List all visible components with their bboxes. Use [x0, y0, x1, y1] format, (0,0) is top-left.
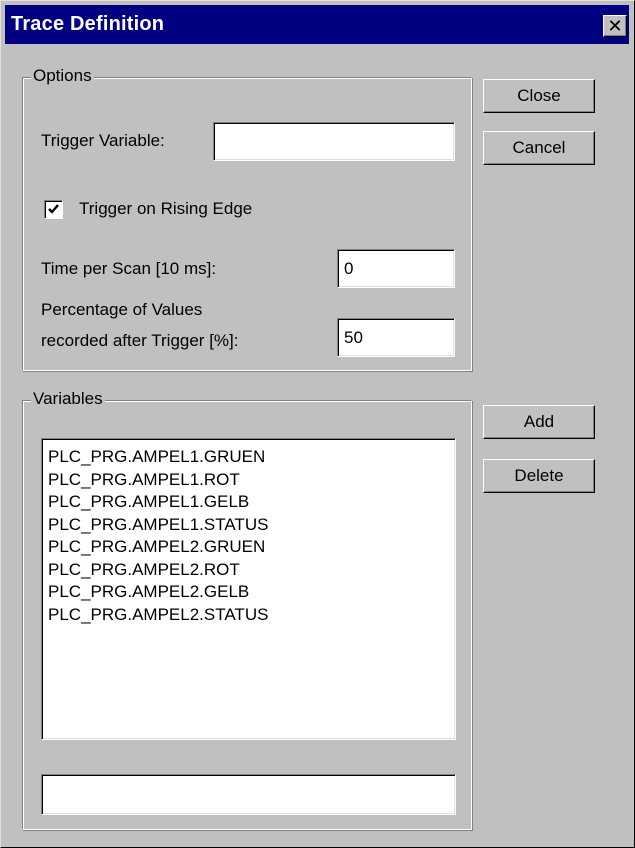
variable-entry-input[interactable]: [41, 774, 456, 815]
trigger-variable-label: Trigger Variable:: [41, 131, 165, 150]
trace-definition-dialog: Trace Definition ✕ Options Trigger Varia…: [0, 0, 635, 848]
cancel-button[interactable]: Cancel: [483, 131, 595, 165]
time-per-scan-input[interactable]: [337, 249, 455, 288]
options-group-label: Options: [31, 66, 94, 86]
rising-edge-label[interactable]: Trigger on Rising Edge: [79, 199, 252, 219]
list-item[interactable]: PLC_PRG.AMPEL1.STATUS: [48, 514, 449, 537]
list-item[interactable]: PLC_PRG.AMPEL1.GELB: [48, 491, 449, 514]
variables-list[interactable]: PLC_PRG.AMPEL1.GRUEN PLC_PRG.AMPEL1.ROT …: [41, 438, 456, 740]
percentage-label-line2: recorded after Trigger [%]:: [41, 331, 239, 350]
close-button[interactable]: Close: [483, 79, 595, 113]
trigger-variable-input[interactable]: [213, 122, 455, 161]
list-item[interactable]: PLC_PRG.AMPEL2.STATUS: [48, 604, 449, 627]
list-item[interactable]: PLC_PRG.AMPEL1.GRUEN: [48, 446, 449, 469]
list-item[interactable]: PLC_PRG.AMPEL2.ROT: [48, 559, 449, 582]
list-item[interactable]: PLC_PRG.AMPEL1.ROT: [48, 469, 449, 492]
variables-group-label: Variables: [31, 389, 105, 409]
percentage-label-line1: Percentage of Values: [41, 300, 203, 319]
add-button[interactable]: Add: [483, 405, 595, 439]
time-per-scan-label: Time per Scan [10 ms]:: [41, 259, 217, 278]
rising-edge-checkbox[interactable]: [44, 200, 63, 219]
delete-button[interactable]: Delete: [483, 459, 595, 493]
dialog-title: Trace Definition: [11, 13, 165, 35]
close-icon[interactable]: ✕: [603, 15, 627, 37]
checkmark-icon: [48, 204, 59, 214]
title-bar[interactable]: Trace Definition ✕: [5, 5, 629, 44]
list-item[interactable]: PLC_PRG.AMPEL2.GELB: [48, 581, 449, 604]
percentage-input[interactable]: [337, 318, 455, 357]
list-item[interactable]: PLC_PRG.AMPEL2.GRUEN: [48, 536, 449, 559]
